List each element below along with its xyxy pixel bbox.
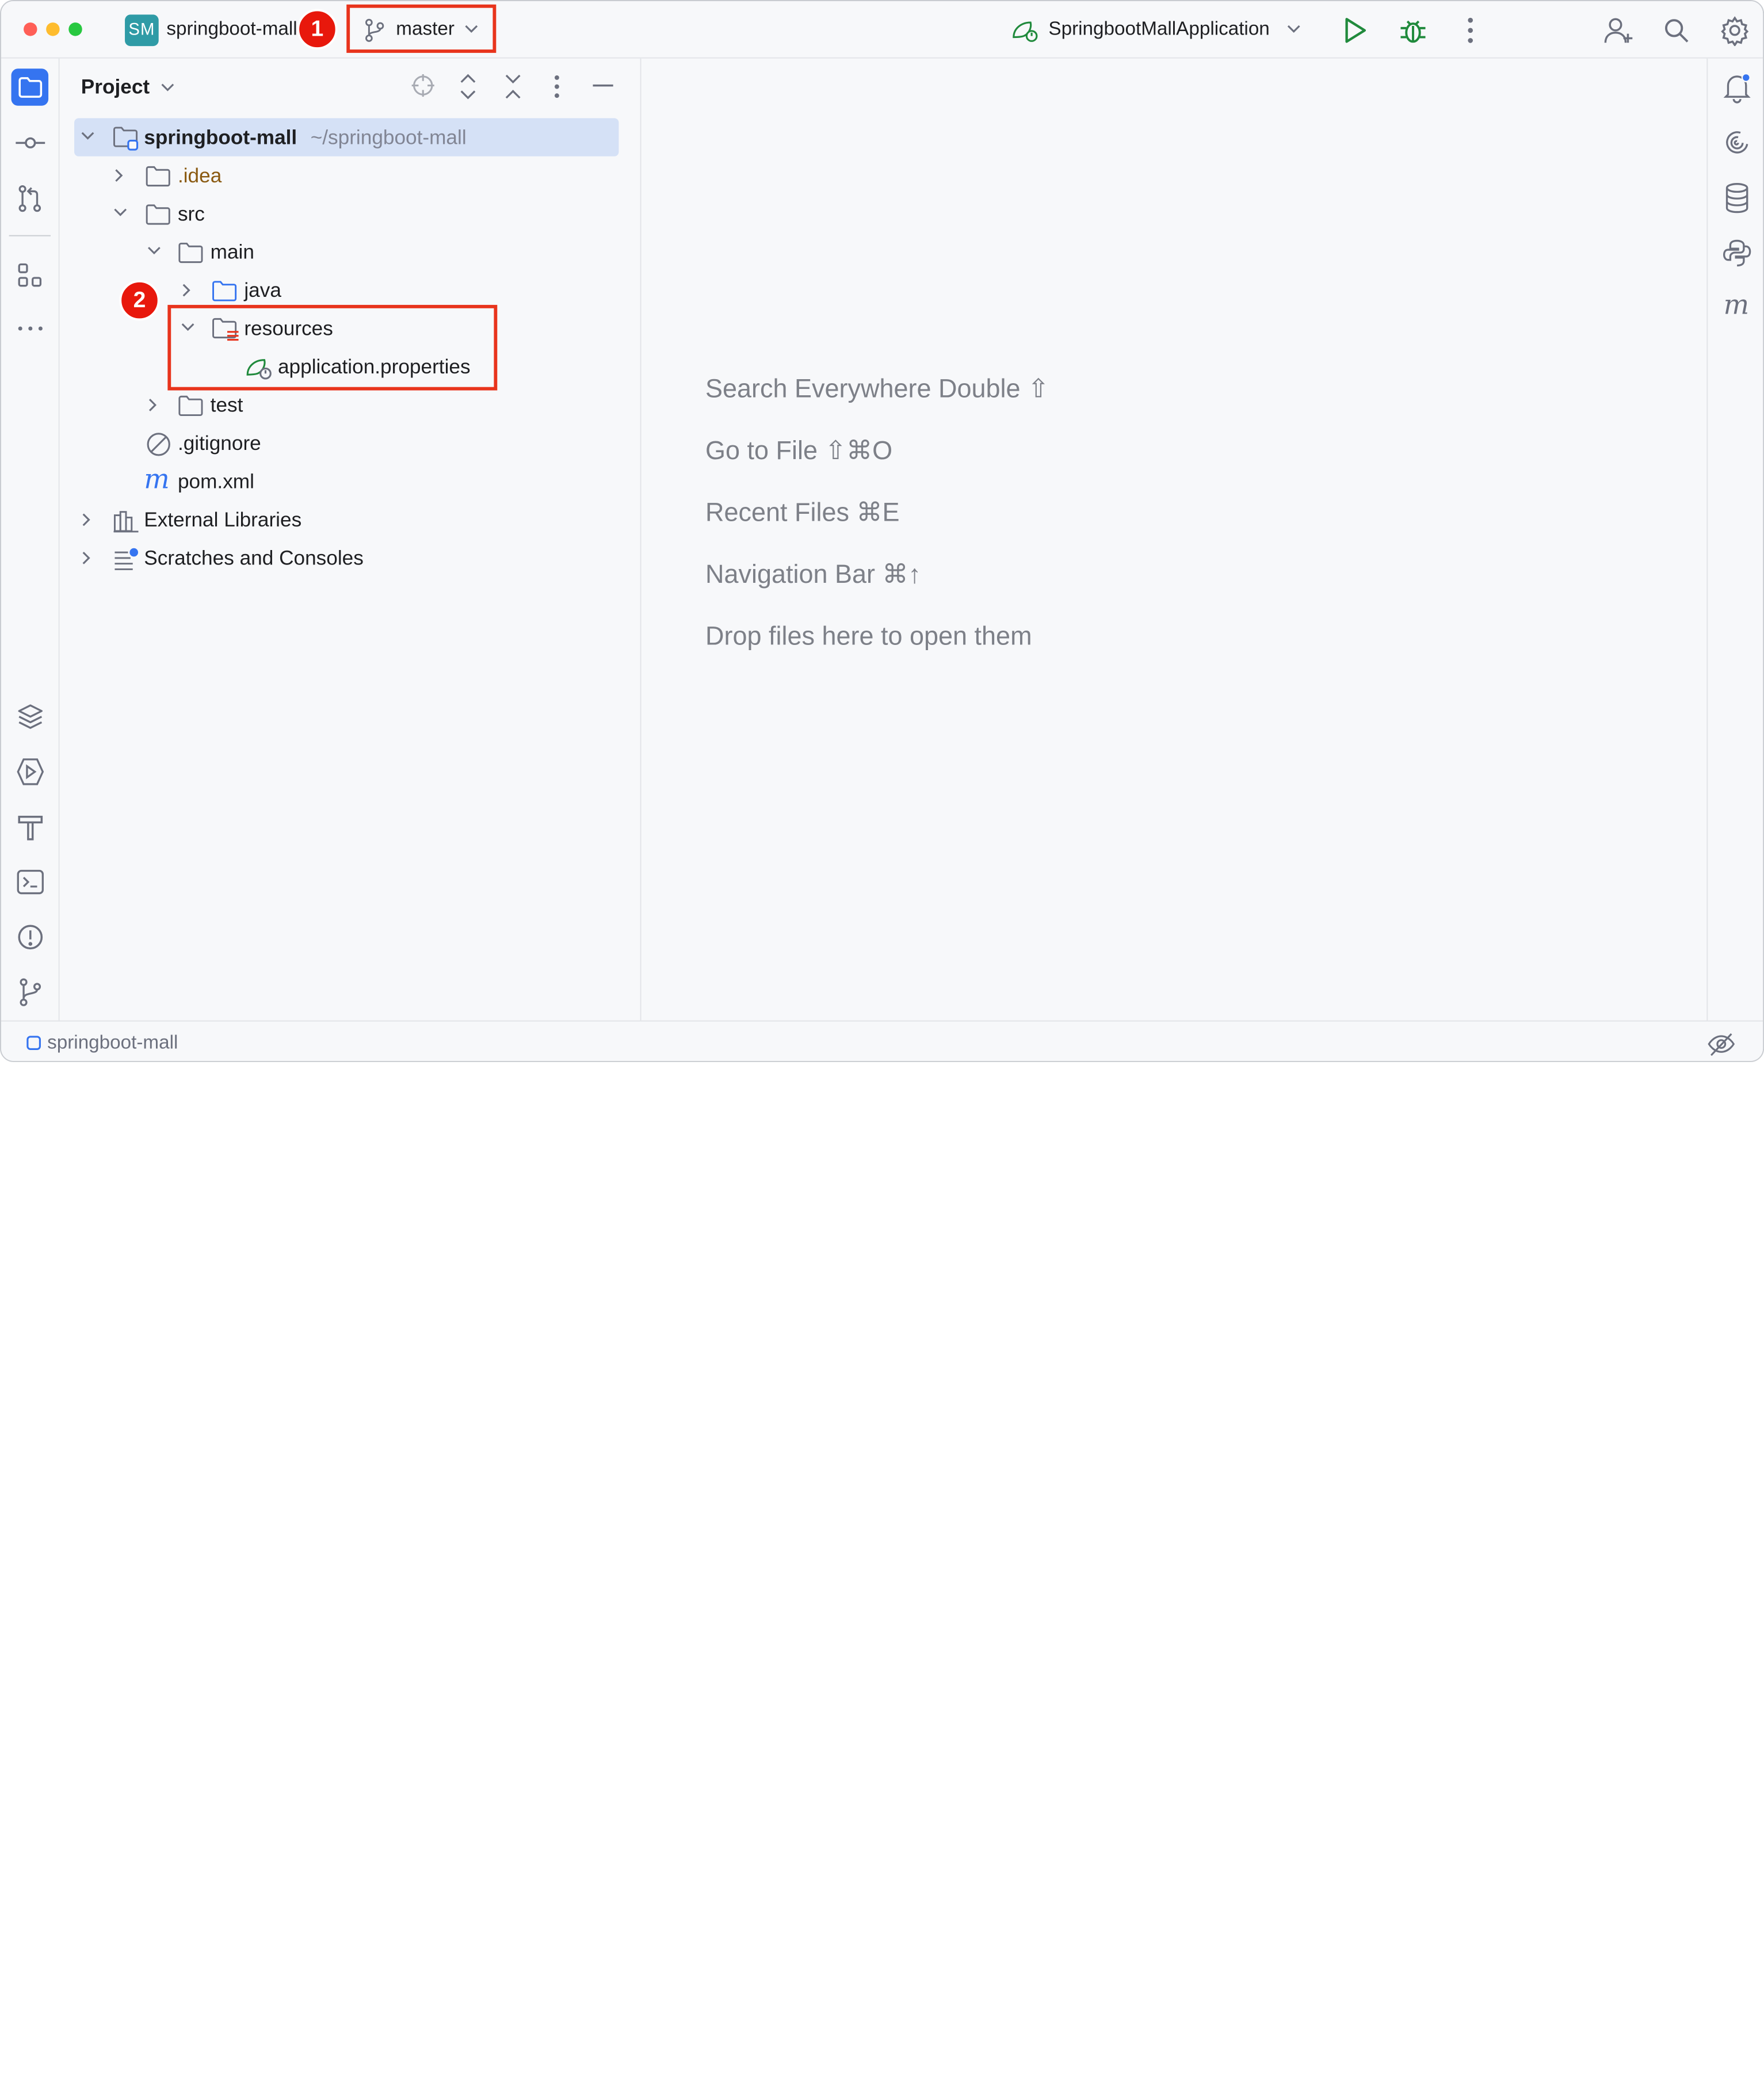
chevron-down-icon[interactable]: [80, 131, 96, 142]
tree-row-main[interactable]: main: [74, 234, 618, 270]
root-name: springboot-mall: [144, 126, 297, 149]
test-label: test: [210, 394, 243, 417]
pull-requests-icon[interactable]: [17, 185, 44, 214]
external-libraries-label: External Libraries: [144, 508, 302, 531]
ignore-file-icon: [147, 433, 170, 456]
settings-gear-icon[interactable]: [1719, 14, 1751, 47]
branch-selector[interactable]: master: [361, 14, 491, 46]
maximize-window-button[interactable]: [68, 22, 82, 36]
search-icon[interactable]: [1662, 16, 1691, 45]
expand-all-icon[interactable]: [458, 72, 478, 101]
tree-row-root[interactable]: springboot-mall ~/springboot-mall: [74, 119, 618, 155]
folder-icon: [178, 395, 203, 417]
chevron-right-icon[interactable]: [81, 512, 93, 528]
problems-icon[interactable]: [16, 922, 45, 952]
database-icon[interactable]: [1724, 182, 1751, 214]
maven-icon: m: [144, 463, 170, 495]
hint-search-everywhere: Search Everywhere Double ⇧: [705, 373, 1049, 403]
annotation-badge-1: 1: [297, 9, 338, 50]
ide-window: SM springboot-mall master 1 SpringbootMa…: [0, 0, 1764, 1062]
branch-name: master: [396, 18, 455, 40]
folder-icon: [146, 204, 170, 225]
chevron-right-icon[interactable]: [147, 397, 159, 413]
hint-navigation-bar: Navigation Bar ⌘↑: [705, 559, 921, 589]
maven-tool-icon[interactable]: m: [1724, 289, 1750, 321]
pom-label: pom.xml: [177, 470, 254, 493]
chevron-right-icon[interactable]: [181, 282, 193, 298]
highlight-box-resources: [167, 304, 498, 391]
idea-label: .idea: [177, 164, 222, 187]
title-bar: SM springboot-mall master 1 SpringbootMa…: [1, 1, 1763, 59]
branch-icon: [365, 18, 384, 42]
left-tool-strip: [1, 58, 60, 1021]
tool-strip-divider: [9, 235, 51, 236]
source-folder-icon: [212, 281, 237, 301]
structure-icon[interactable]: [17, 262, 44, 289]
run-tool-icon[interactable]: [16, 757, 45, 786]
project-name[interactable]: springboot-mall: [166, 18, 297, 40]
status-breadcrumb[interactable]: springboot-mall: [47, 1032, 178, 1054]
status-bar: springboot-mall: [1, 1020, 1763, 1061]
chevron-right-icon[interactable]: [81, 550, 93, 566]
options-icon[interactable]: [548, 72, 566, 101]
close-window-button[interactable]: [24, 22, 37, 36]
project-tool-button[interactable]: [11, 68, 49, 106]
tree-row-idea[interactable]: .idea: [74, 158, 618, 194]
services-layers-icon[interactable]: [16, 702, 45, 731]
tree-row-scratches[interactable]: Scratches and Consoles: [74, 540, 618, 576]
terminal-icon[interactable]: [16, 869, 45, 896]
main-label: main: [210, 240, 254, 264]
tree-row-gitignore[interactable]: .gitignore: [74, 425, 618, 461]
chevron-down-icon[interactable]: [146, 245, 162, 257]
chevron-right-icon[interactable]: [113, 167, 125, 183]
editor-empty-state: [641, 58, 1706, 1021]
locate-target-icon[interactable]: [410, 72, 437, 99]
project-badge[interactable]: SM: [125, 14, 159, 47]
scratches-label: Scratches and Consoles: [144, 547, 364, 570]
folder-icon: [178, 242, 203, 264]
debug-icon[interactable]: [1398, 14, 1429, 46]
right-tool-strip: m: [1706, 58, 1763, 1021]
folder-icon: [146, 166, 170, 187]
python-console-icon[interactable]: [1723, 239, 1752, 268]
annotation-badge-2: 2: [119, 280, 160, 321]
folder-icon: [18, 77, 43, 98]
commit-icon[interactable]: [14, 132, 46, 154]
chevron-down-icon[interactable]: [160, 82, 175, 94]
chevron-down-icon: [465, 25, 478, 33]
more-actions-icon[interactable]: [1459, 16, 1482, 45]
scratches-icon: [114, 546, 140, 570]
add-user-icon[interactable]: [1603, 16, 1635, 45]
ai-assistant-spiral-icon[interactable]: [1723, 128, 1752, 158]
chevron-down-icon[interactable]: [1286, 24, 1301, 35]
hide-panel-icon[interactable]: [591, 74, 616, 97]
hint-recent-files: Recent Files ⌘E: [705, 497, 900, 527]
git-branch-icon[interactable]: [18, 978, 43, 1007]
hint-drop-files: Drop files here to open them: [705, 621, 1032, 651]
chevron-down-icon[interactable]: [113, 207, 128, 219]
spring-boot-icon: [1013, 21, 1038, 42]
more-tools-icon[interactable]: [17, 324, 44, 333]
src-label: src: [177, 202, 205, 226]
gitignore-label: .gitignore: [177, 432, 261, 455]
tree-row-external-libraries[interactable]: External Libraries: [74, 502, 618, 538]
tree-row-src[interactable]: src: [74, 196, 618, 232]
run-icon[interactable]: [1340, 16, 1369, 45]
project-panel: Project springboot-mall ~/springboot-mal…: [59, 58, 642, 1021]
module-icon: [26, 1036, 41, 1050]
eye-off-icon[interactable]: [1706, 1030, 1736, 1057]
collapse-all-icon[interactable]: [503, 72, 523, 101]
panel-title[interactable]: Project: [81, 75, 150, 99]
root-path: ~/springboot-mall: [310, 126, 467, 149]
hint-go-to-file: Go to File ⇧⌘O: [705, 435, 893, 465]
library-icon: [113, 511, 139, 533]
minimize-window-button[interactable]: [46, 22, 60, 36]
tree-row-pom[interactable]: m pom.xml: [74, 464, 618, 500]
java-label: java: [244, 278, 281, 302]
tree-row-test[interactable]: test: [74, 387, 618, 423]
notifications-bell-icon[interactable]: [1723, 72, 1752, 104]
module-folder-icon: [113, 127, 139, 151]
build-hammer-icon[interactable]: [16, 812, 45, 842]
run-config-name[interactable]: SpringbootMallApplication: [1048, 18, 1269, 40]
